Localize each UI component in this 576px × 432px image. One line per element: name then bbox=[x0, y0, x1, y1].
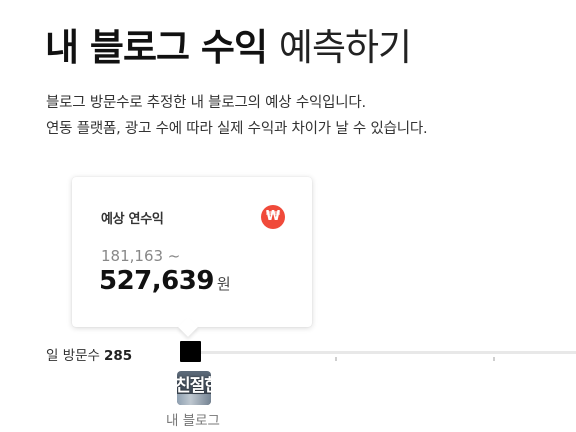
page-title-light: 예측하기 bbox=[278, 26, 412, 69]
estimate-card: 예상 연수익 ₩ 181,163 ~ 527,639 원 bbox=[72, 177, 312, 337]
estimate-range-max: 527,639 bbox=[99, 266, 214, 296]
slider-tick bbox=[493, 357, 495, 361]
daily-visits: 일 방문수 285 bbox=[46, 344, 132, 364]
currency-unit: 원 bbox=[216, 275, 231, 293]
daily-visits-value: 285 bbox=[103, 348, 133, 364]
slider-tick bbox=[335, 357, 337, 361]
revenue-estimator-page: 내 블로그 수익 예측하기 블로그 방문수로 추정한 내 블로그의 예상 수익입… bbox=[0, 0, 576, 432]
visits-slider-handle[interactable] bbox=[180, 341, 201, 362]
page-title: 내 블로그 수익 예측하기 bbox=[45, 22, 412, 74]
description-line-1: 블로그 방문수로 추정한 내 블로그의 예상 수익입니다. bbox=[46, 95, 366, 111]
estimate-range-min: 181,163 ~ bbox=[101, 247, 181, 265]
page-description: 블로그 방문수로 추정한 내 블로그의 예상 수익입니다. 연동 플랫폼, 광고… bbox=[46, 90, 428, 142]
visits-slider-track[interactable] bbox=[182, 351, 576, 354]
description-line-2: 연동 플랫폼, 광고 수에 따라 실제 수익과 차이가 날 수 있습니다. bbox=[46, 121, 428, 137]
daily-visits-label: 일 방문수 bbox=[46, 348, 100, 364]
blog-avatar: 친절한 bbox=[177, 371, 211, 405]
won-icon: ₩ bbox=[261, 205, 285, 229]
card-pointer bbox=[178, 317, 198, 337]
estimate-range-max-row: 527,639 원 bbox=[99, 266, 231, 296]
estimate-card-label: 예상 연수익 bbox=[101, 212, 164, 227]
blog-caption: 내 블로그 bbox=[166, 413, 220, 429]
avatar-text: 친절한 bbox=[177, 376, 211, 396]
page-title-strong: 내 블로그 수익 bbox=[45, 26, 268, 69]
